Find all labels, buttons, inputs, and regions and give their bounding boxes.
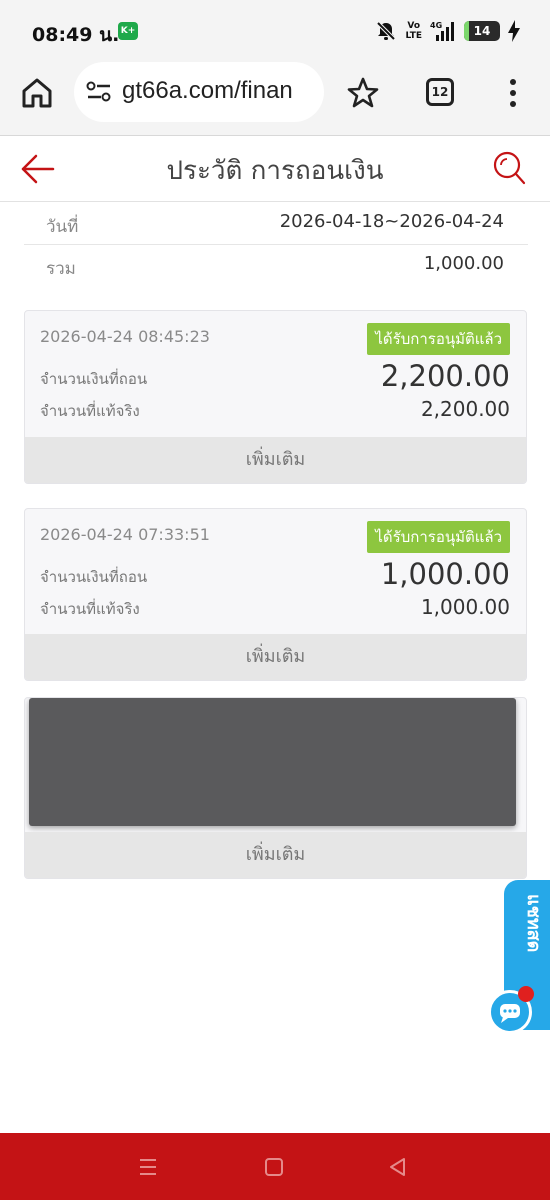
total-value: 1,000.00 (423, 253, 504, 274)
withdraw-amount: 1,000.00 (380, 557, 510, 591)
network-gen-text: 4G (430, 21, 442, 30)
status-icons: Vo LTE 4G 14 (375, 18, 520, 44)
actual-amount-label: จำนวนที่แท้จริง (40, 402, 140, 420)
date-label: วันที่ (46, 217, 79, 237)
mute-bell-icon (377, 21, 396, 41)
volte-top-text: Vo (407, 21, 421, 31)
date-range-value[interactable]: 2026-04-18~2026-04-24 (280, 211, 504, 232)
browser-toolbar: gt66a.com/finan 12 (0, 60, 550, 136)
withdrawal-record-card: 2026-04-24 08:45:23 ได้รับการอนุมัติแล้ว… (24, 310, 527, 484)
home-icon[interactable] (20, 76, 54, 110)
page-header: ประวัติ การถอนเงิน (0, 136, 550, 202)
live-chat-label: แชทสด (523, 894, 544, 953)
status-time: 08:49 น. (32, 24, 120, 46)
status-badge: ได้รับการอนุมัติแล้ว (367, 521, 510, 553)
tab-switcher-button[interactable]: 12 (426, 78, 454, 106)
battery-level: 14 (473, 24, 491, 38)
actual-amount: 2,200.00 (420, 397, 510, 421)
volte-bottom-text: LTE (405, 31, 422, 41)
withdrawal-record-card: เพิ่มเติม (24, 697, 527, 879)
volte-indicator: Vo LTE (405, 21, 422, 41)
status-bar: 08:49 น. K+ Vo LTE 4G 14 (0, 0, 550, 60)
notification-dot (518, 986, 534, 1002)
more-details-button[interactable]: เพิ่มเติม (25, 634, 526, 680)
address-bar[interactable]: gt66a.com/finan (74, 62, 324, 122)
battery-icon: 14 (464, 21, 500, 41)
amount-label: จำนวนเงินที่ถอน (40, 370, 148, 388)
bookmark-star-icon[interactable] (346, 76, 380, 110)
kplus-app-icon: K+ (118, 22, 138, 40)
recent-apps-icon[interactable] (136, 1155, 160, 1179)
more-details-button[interactable]: เพิ่มเติม (25, 437, 526, 483)
signal-icon: 4G (430, 21, 454, 41)
more-details-button[interactable]: เพิ่มเติม (25, 832, 526, 878)
charging-bolt-icon (508, 20, 520, 42)
actual-amount-label: จำนวนที่แท้จริง (40, 600, 140, 618)
search-icon[interactable] (490, 148, 528, 188)
summary-date-row: วันที่ 2026-04-18~2026-04-24 (24, 203, 528, 245)
record-datetime: 2026-04-24 07:33:51 (40, 525, 210, 544)
amount-label: จำนวนเงินที่ถอน (40, 568, 148, 586)
actual-amount: 1,000.00 (420, 595, 510, 619)
home-nav-icon[interactable] (262, 1155, 286, 1179)
back-nav-icon[interactable] (386, 1155, 410, 1179)
site-settings-icon[interactable] (86, 80, 112, 104)
total-label: รวม (46, 259, 76, 279)
withdraw-amount: 2,200.00 (380, 359, 510, 393)
status-badge: ได้รับการอนุมัติแล้ว (367, 323, 510, 355)
more-menu-icon[interactable] (504, 77, 522, 109)
summary-total-row: รวม 1,000.00 (24, 245, 528, 287)
system-nav-bar (0, 1133, 550, 1200)
url-text: gt66a.com/finan (122, 77, 293, 104)
record-datetime: 2026-04-24 08:45:23 (40, 327, 210, 346)
redacted-overlay (29, 698, 516, 826)
withdrawal-record-card: 2026-04-24 07:33:51 ได้รับการอนุมัติแล้ว… (24, 508, 527, 681)
page-title: ประวัติ การถอนเงิน (166, 156, 384, 186)
